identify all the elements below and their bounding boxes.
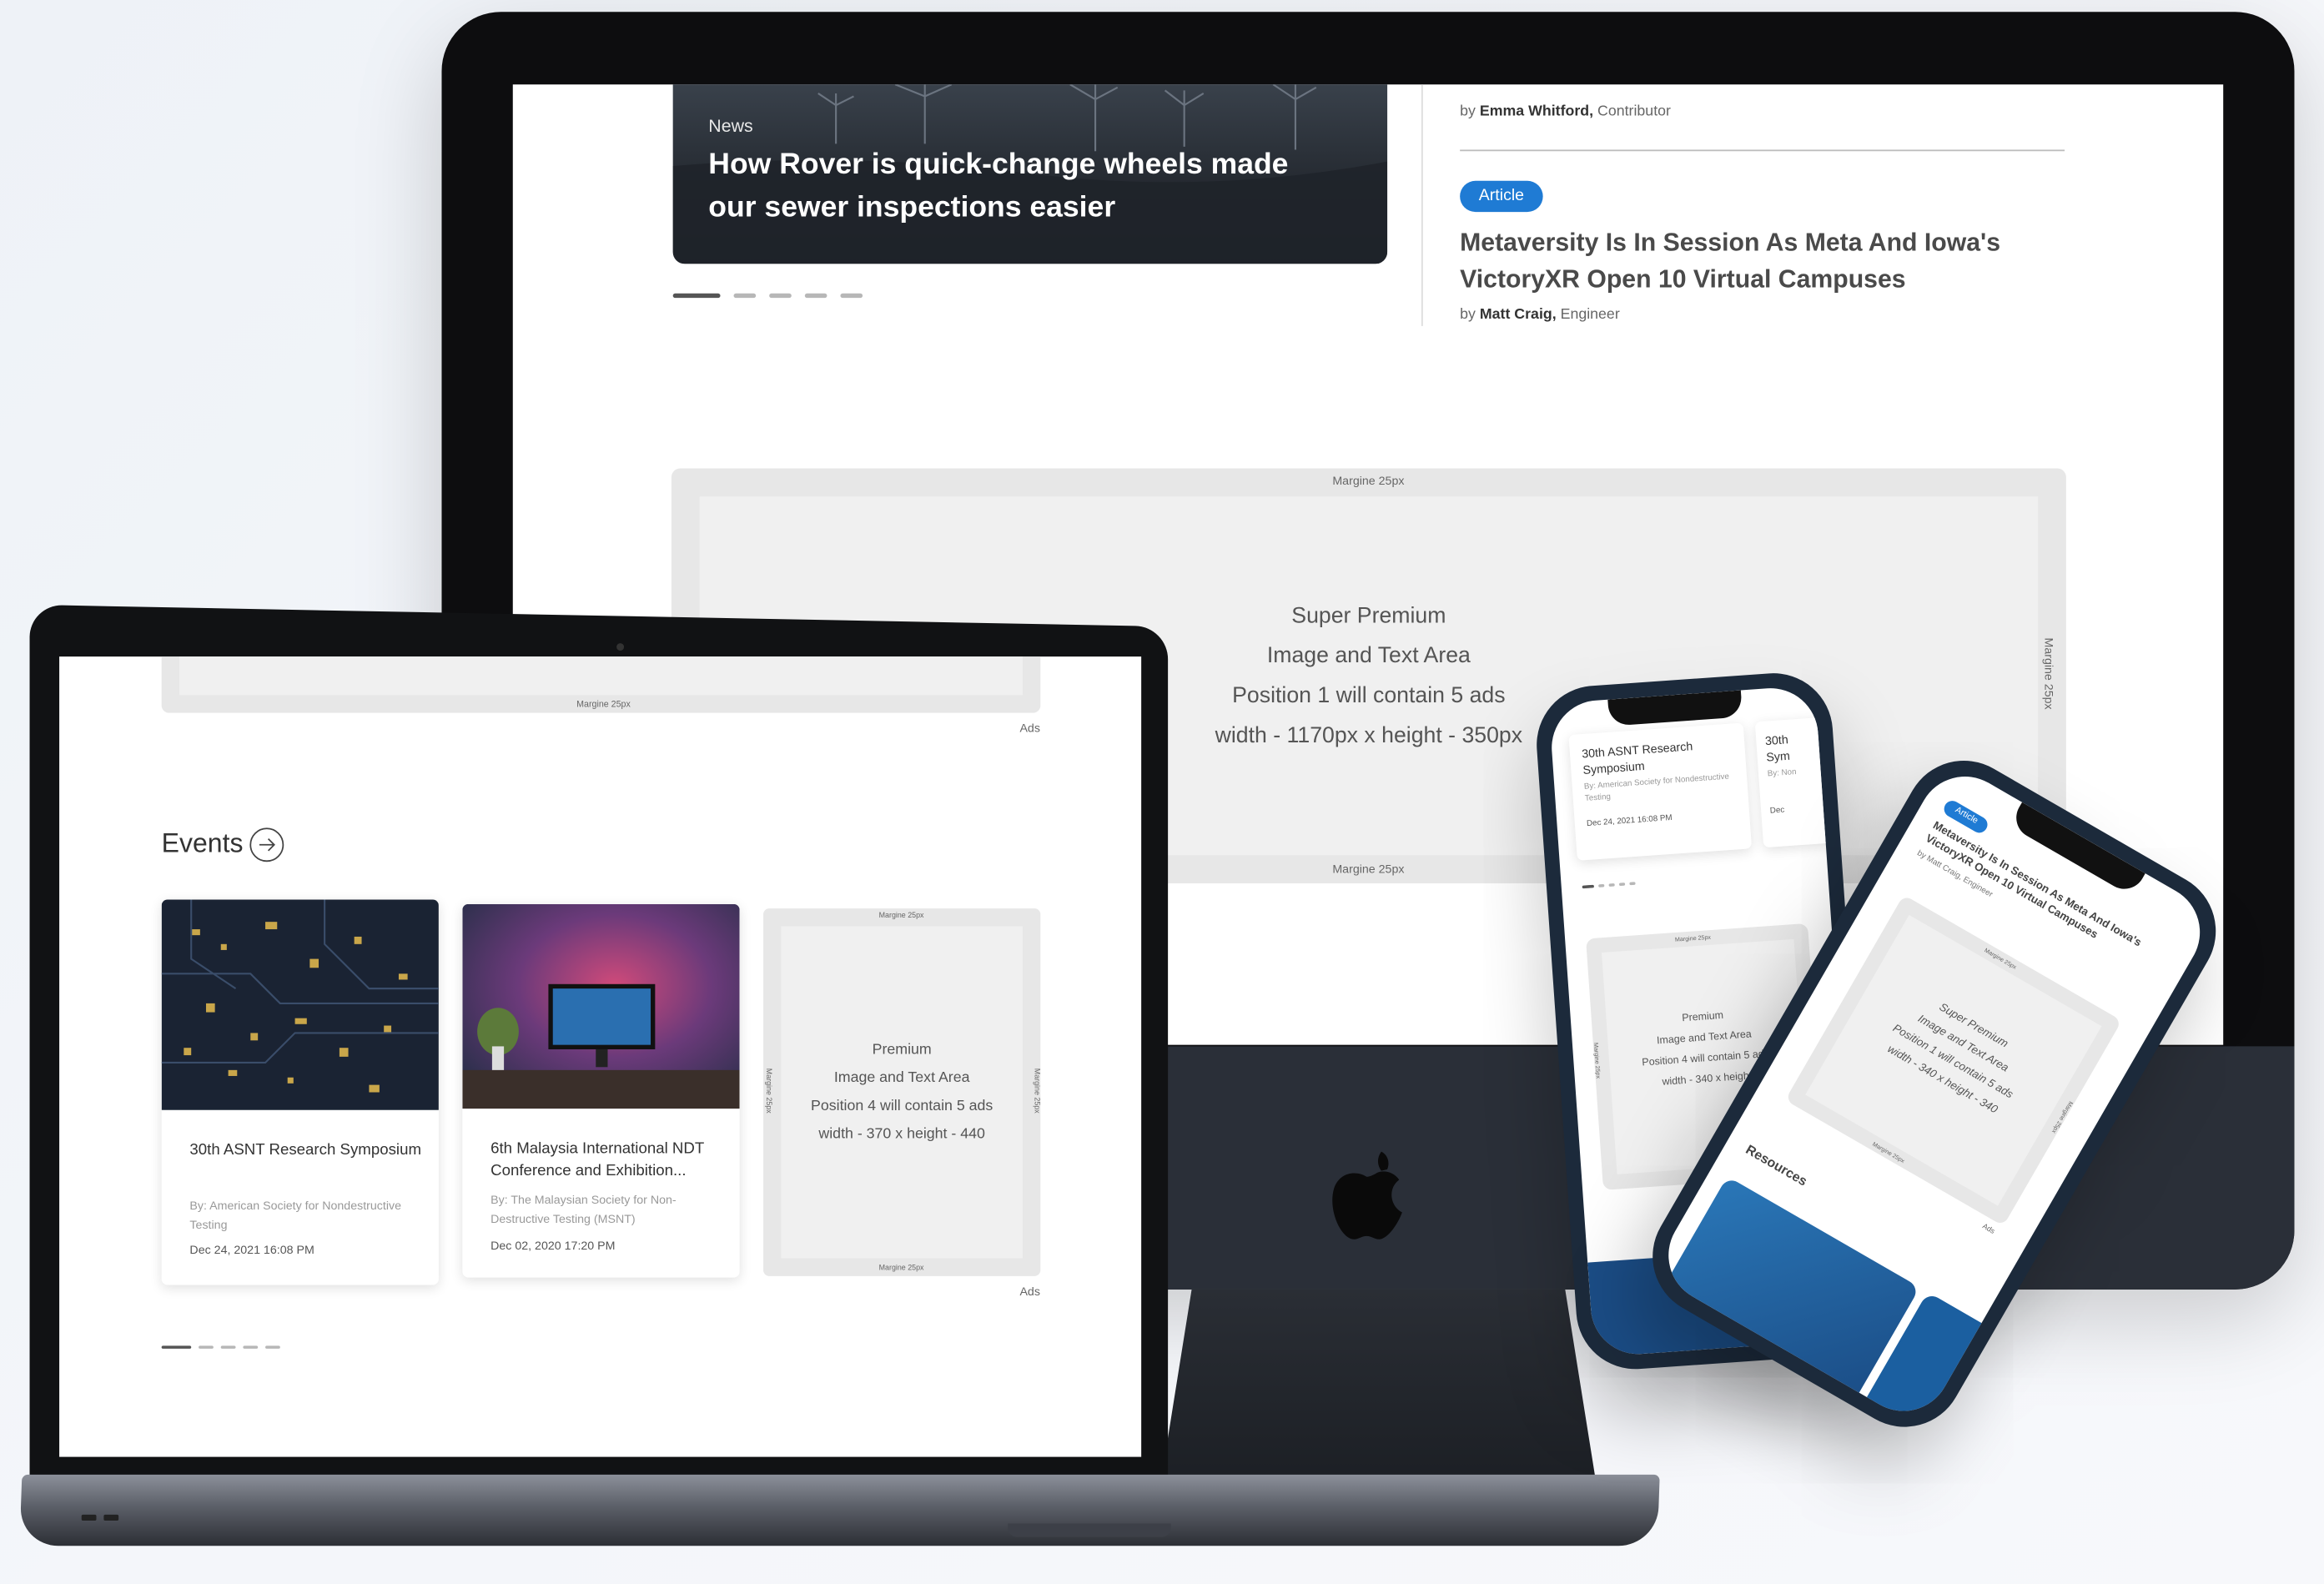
event-card[interactable]: 30th ASNT Research Symposium By: America… [1568, 722, 1753, 861]
laptop-screen: Margine 25px Ads Events 30th ASNT Resear… [59, 656, 1142, 1457]
event-date: Dec [1769, 806, 1785, 817]
byline-prefix: by [1460, 306, 1476, 324]
carousel-dot[interactable] [1582, 884, 1595, 889]
desk-setup-image [462, 903, 740, 1109]
article-badge[interactable]: Article [1460, 180, 1543, 213]
ad-margin-label: Margine 25px [1332, 862, 1405, 877]
ad-margin-label: Margine 25px [576, 701, 631, 711]
event-date: Dec 02, 2020 17:20 PM [490, 1239, 616, 1253]
ad-line: width - 370 x height - 440 [818, 1126, 985, 1143]
ad-line: Position 4 will contain 5 ads [811, 1098, 993, 1115]
byline-prefix: by [1460, 103, 1476, 120]
ad-description: Premium Image and Text Area Position 4 w… [763, 1036, 1040, 1149]
event-card[interactable]: 30th ASNT Research Symposium By: America… [161, 899, 439, 1285]
ads-label: Ads [1019, 722, 1040, 736]
events-title: Events [161, 828, 244, 858]
byline-role: Engineer [1560, 306, 1620, 324]
event-title[interactable]: 30th Sym [1764, 732, 1796, 766]
carousel-dot[interactable] [1598, 883, 1605, 888]
laptop-trackpad-notch [1008, 1523, 1171, 1537]
ads-label: Ads [1019, 1285, 1040, 1299]
carousel-dot[interactable] [1608, 883, 1615, 888]
usb-port-icon [103, 1514, 119, 1521]
carousel-dot[interactable] [1618, 883, 1626, 887]
event-date: Dec 24, 2021 16:08 PM [1586, 813, 1673, 829]
super-premium-ad-slot[interactable]: Margine 25px Margine 25px Margine 25px S… [1784, 894, 2122, 1226]
resource-card[interactable] [1660, 1176, 1920, 1403]
hero-category: News [708, 115, 753, 137]
premium-ad-slot[interactable]: Margine 25px Margine 25px Margine 25px M… [763, 908, 1041, 1276]
hero-carousel-dots[interactable] [672, 293, 863, 299]
byline-top: by Emma Whitford, Contributor [1460, 103, 1671, 120]
ad-margin-label: Margine 25px [878, 911, 924, 921]
column-divider [1421, 84, 1423, 326]
carousel-dot[interactable] [672, 293, 721, 299]
laptop-base [19, 1474, 1660, 1546]
apple-logo-icon [1332, 1151, 1402, 1240]
hero-news-slide[interactable]: News How Rover is quick-change wheels ma… [672, 84, 1388, 264]
carousel-dot[interactable] [1629, 882, 1636, 886]
event-title[interactable]: 30th ASNT Research Symposium [189, 1139, 426, 1162]
event-organizer: By: The Malaysian Society for Non-Destru… [490, 1193, 677, 1226]
ads-label: Ads [1980, 1222, 1996, 1237]
events-heading: Events [162, 828, 244, 859]
phone-notch [1607, 690, 1743, 727]
event-date: Dec 24, 2021 16:08 PM [189, 1243, 314, 1257]
carousel-dot[interactable] [220, 1345, 236, 1349]
article-byline: by Matt Craig, Engineer [1460, 307, 1620, 324]
article-title[interactable]: Metaversity Is In Session As Meta And Io… [1460, 224, 2082, 298]
event-organizer: By: American Society for Nondestructive … [189, 1199, 402, 1232]
carousel-dot[interactable] [840, 293, 863, 299]
usb-port-icon [81, 1514, 97, 1521]
circuit-board-image [161, 899, 439, 1110]
laptop-camera-icon [616, 643, 625, 651]
hero-title[interactable]: How Rover is quick-change wheels made ou… [708, 143, 1331, 229]
carousel-dot[interactable] [733, 293, 757, 299]
ad-line: Premium [872, 1042, 932, 1059]
carousel-dot[interactable] [769, 293, 792, 299]
ad-margin-label: Margine 25px [878, 1264, 924, 1274]
events-carousel-dots[interactable] [161, 1345, 280, 1349]
ad-margin-label: Margine 25px [1332, 474, 1405, 488]
carousel-dot[interactable] [161, 1345, 192, 1349]
carousel-dots[interactable] [1582, 882, 1636, 889]
byline-author[interactable]: Matt Craig, [1480, 307, 1557, 324]
ad-line: Image and Text Area [833, 1069, 970, 1087]
event-card[interactable]: 6th Malaysia International NDT Conferenc… [462, 903, 740, 1278]
byline-role: Contributor [1597, 103, 1671, 120]
arrow-right-circle-icon[interactable] [249, 827, 285, 862]
carousel-dot[interactable] [243, 1345, 259, 1349]
carousel-dot[interactable] [804, 293, 827, 299]
ad-margin-label: Margine 25px [1674, 933, 1712, 943]
carousel-dot[interactable] [199, 1345, 214, 1349]
byline-author[interactable]: Emma Whitford, [1480, 103, 1593, 120]
carousel-dot[interactable] [265, 1345, 280, 1349]
top-ad-slot[interactable]: Margine 25px [161, 656, 1041, 713]
event-title[interactable]: 6th Malaysia International NDT Conferenc… [490, 1139, 727, 1183]
device-mockup-stage: News How Rover is quick-change wheels ma… [0, 0, 2324, 1584]
event-organizer: By: Non [1767, 767, 1797, 779]
resources-title: Resources [1743, 1141, 1810, 1189]
article-divider [1460, 149, 2065, 152]
